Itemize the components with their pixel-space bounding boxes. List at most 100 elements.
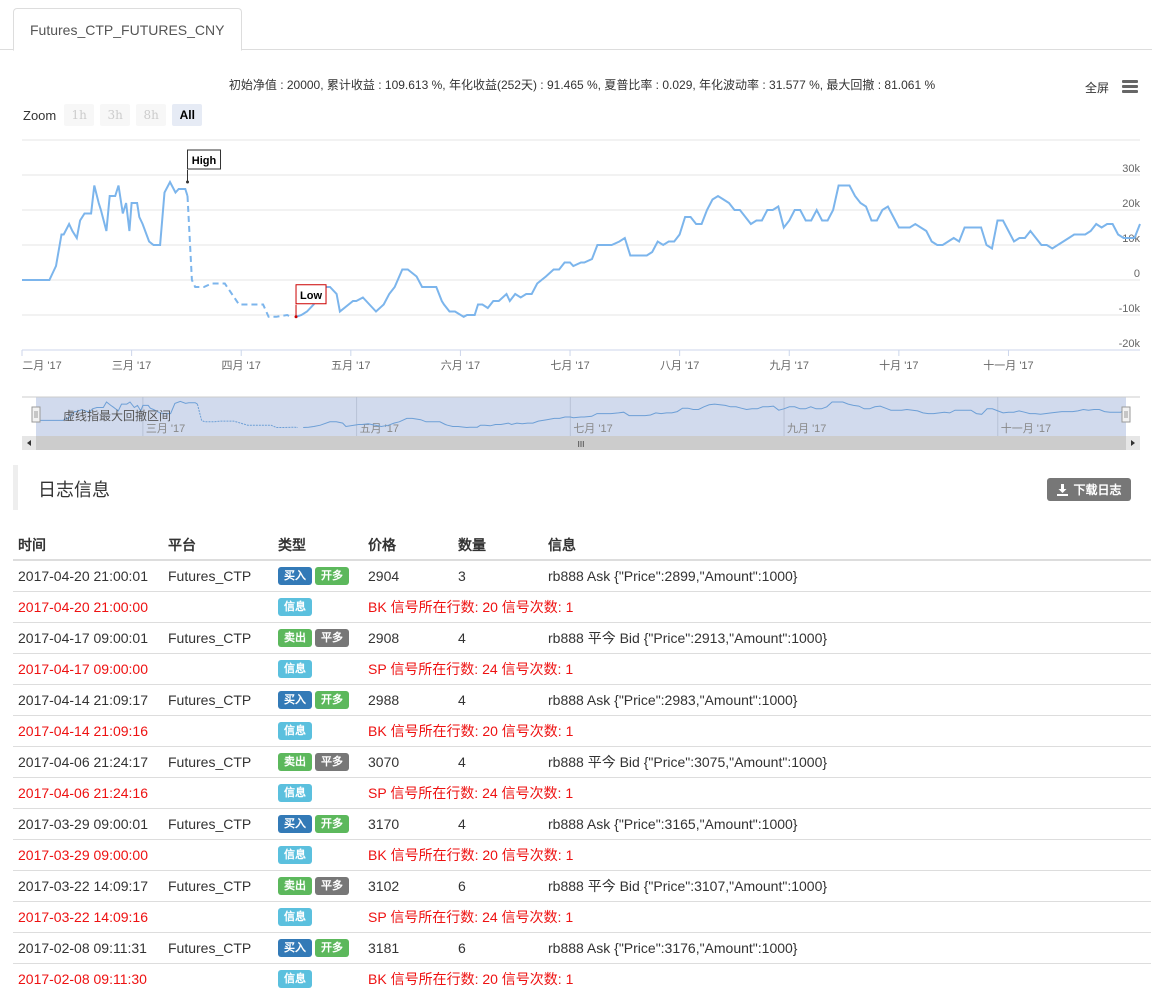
log-type: 买入 开多 [273,931,363,963]
log-row-trade: 2017-03-29 09:00:01 Futures_CTP 买入 开多 3170 4 r… [13,807,1151,839]
log-row-trade: 2017-04-20 21:00:01 Futures_CTP 买入 开多 2904 3 r… [13,559,1151,591]
log-time: 2017-04-06 21:24:17 [13,745,163,777]
x-tick-label: 三月 '17 [112,360,151,372]
log-platform [163,838,273,870]
log-time: 2017-04-17 09:00:01 [13,621,163,653]
log-time: 2017-03-22 14:09:17 [13,869,163,901]
download-icon [1057,484,1069,496]
type-badge: 开多 [315,690,349,709]
log-amount: 4 [453,745,543,777]
log-time: 2017-04-17 09:00:00 [13,652,163,684]
log-row-trade: 2017-02-08 09:11:31 Futures_CTP 买入 开多 3181 6 r… [13,931,1151,963]
type-badge: 开多 [315,814,349,833]
type-badge: 平多 [315,876,349,895]
log-price: 2988 [363,683,453,715]
log-message: BK 信号所在行数: 20 信号次数: 1 [363,714,1151,746]
log-type: 信息 [273,652,363,684]
type-badge: 信息 [278,721,312,740]
log-row-info: 2017-03-29 09:00:00 信息 BK 信号所在行数: 20 信号次数:… [13,838,1151,870]
log-table-body: 2017-04-20 21:00:01 Futures_CTP 买入 开多 2904 3 r… [13,559,1151,994]
log-type: 信息 [273,838,363,870]
log-platform: Futures_CTP [163,931,273,963]
navigator[interactable]: 三月 '17 五月 '17 七月 '17 九月 '17 十一月 '17 虚线指最大回撤区… [22,396,1140,436]
log-time: 2017-03-22 14:09:16 [13,900,163,932]
x-tick-label: 四月 '17 [222,360,261,372]
log-message: rb888 平今 Bid {"Price":3107,"Amount":1000… [543,869,1151,901]
log-row-trade: 2017-03-22 14:09:17 Futures_CTP 卖出 平多 3102 6 r… [13,869,1151,901]
log-time: 2017-04-20 21:00:00 [13,590,163,622]
equity-chart[interactable]: 30k20k10k0-10k-20k 二月 '17 三月 '17 四月 '17 五月 … [0,0,1164,460]
type-badge: 平多 [315,752,349,771]
log-platform: Futures_CTP [163,745,273,777]
log-price: 3181 [363,931,453,963]
log-message: BK 信号所在行数: 20 信号次数: 1 [363,590,1151,622]
log-amount: 6 [453,869,543,901]
x-axis-ticks: 二月 '17 三月 '17 四月 '17 五月 '17 六月 '17 七月 '17 八月 '… [21,350,1034,372]
scrollbar[interactable]: III [22,436,1140,450]
navigator-label: 虚线指最大回撤区间 [63,408,171,423]
download-log-button[interactable]: 下载日志 [1047,478,1131,501]
log-row-info: 2017-04-06 21:24:16 信息 SP 信号所在行数: 24 信号次数:… [13,776,1151,808]
log-message: SP 信号所在行数: 24 信号次数: 1 [363,652,1151,684]
type-badge: 买入 [278,938,312,957]
log-platform [163,900,273,932]
log-row-info: 2017-04-20 21:00:00 信息 BK 信号所在行数: 20 信号次数:… [13,590,1151,622]
y-tick-label: -10k [1119,303,1141,315]
navigator-right-handle[interactable] [1121,406,1131,423]
log-row-info: 2017-03-22 14:09:16 信息 SP 信号所在行数: 24 信号次数:… [13,900,1151,932]
log-message: rb888 Ask {"Price":3176,"Amount":1000} [543,931,1151,963]
column-price: 价格 [363,530,453,561]
log-message: BK 信号所在行数: 20 信号次数: 1 [363,962,1151,994]
log-type: 买入 开多 [273,559,363,591]
x-tick-label: 七月 '17 [550,359,589,372]
log-price: 3070 [363,745,453,777]
type-badge: 卖出 [278,628,312,647]
log-title: 日志信息 [38,480,110,500]
log-price: 3170 [363,807,453,839]
log-message: rb888 Ask {"Price":2983,"Amount":1000} [543,683,1151,715]
log-message: rb888 Ask {"Price":2899,"Amount":1000} [543,559,1151,591]
log-time: 2017-02-08 09:11:31 [13,931,163,963]
log-time: 2017-04-14 21:09:17 [13,683,163,715]
type-badge: 买入 [278,690,312,709]
equity-line-drawdown [186,195,291,318]
x-tick-label: 九月 '17 [770,359,809,372]
log-row-trade: 2017-04-06 21:24:17 Futures_CTP 卖出 平多 3070 4 r… [13,745,1151,777]
navigator-tick-label: 七月 '17 [573,422,612,435]
log-amount: 4 [453,621,543,653]
log-message: rb888 平今 Bid {"Price":3075,"Amount":1000… [543,745,1151,777]
log-price: 3102 [363,869,453,901]
x-tick-label: 六月 '17 [441,359,480,372]
type-badge: 开多 [315,566,349,585]
navigator-tick-label: 三月 '17 [146,423,185,435]
log-message: BK 信号所在行数: 20 信号次数: 1 [363,838,1151,870]
annotation-high: High [192,155,217,167]
navigator-left-handle[interactable] [31,406,41,423]
log-type: 卖出 平多 [273,621,363,653]
log-message: SP 信号所在行数: 24 信号次数: 1 [363,776,1151,808]
log-row-info: 2017-04-14 21:09:16 信息 BK 信号所在行数: 20 信号次数:… [13,714,1151,746]
log-row-info: 2017-04-17 09:00:00 信息 SP 信号所在行数: 24 信号次数:… [13,652,1151,684]
y-axis-ticks: 30k20k10k0-10k-20k [1119,163,1141,350]
log-platform [163,962,273,994]
y-tick-label: -20k [1119,338,1141,350]
type-badge: 卖出 [278,752,312,771]
y-tick-label: 20k [1122,198,1140,210]
x-tick-label: 十月 '17 [879,358,918,372]
equity-line-after-drawdown [295,184,1141,318]
log-row-info: 2017-02-08 09:11:30 信息 BK 信号所在行数: 20 信号次数:… [13,962,1151,994]
log-amount: 6 [453,931,543,963]
log-type: 信息 [273,900,363,932]
navigator-tick-label: 五月 '17 [360,423,399,435]
log-platform: Futures_CTP [163,683,273,715]
log-time: 2017-03-29 09:00:00 [13,838,163,870]
log-platform [163,652,273,684]
log-amount: 4 [453,683,543,715]
type-badge: 信息 [278,659,312,678]
log-type: 卖出 平多 [273,745,363,777]
log-message: rb888 Ask {"Price":3165,"Amount":1000} [543,807,1151,839]
log-row-trade: 2017-04-17 09:00:01 Futures_CTP 卖出 平多 2908 4 r… [13,621,1151,653]
log-platform: Futures_CTP [163,559,273,591]
log-table-header: 时间 平台 类型 价格 数量 信息 [13,530,1151,561]
y-tick-label: 30k [1122,163,1140,175]
